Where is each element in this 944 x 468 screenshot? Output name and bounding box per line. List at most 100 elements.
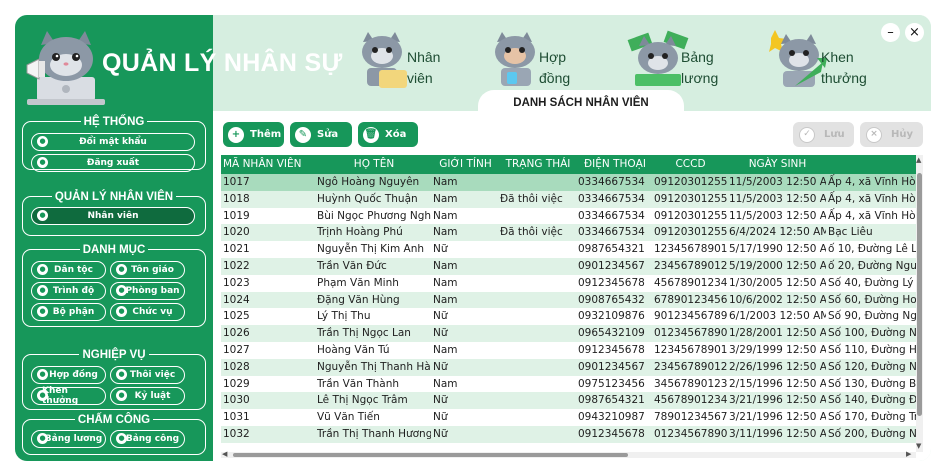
reward-icon: ●: [37, 390, 48, 401]
column-header[interactable]: [828, 155, 923, 174]
sidebar-item[interactable]: ● Hợp đồng: [31, 366, 106, 384]
table-cell: Nguyễn Thị Kim Anh: [317, 243, 425, 256]
column-header[interactable]: GIỚI TÍNH: [433, 155, 498, 174]
table-cell: 234567890123: [654, 260, 727, 272]
table-cell: 0334667534: [578, 209, 645, 222]
table-row[interactable]: 1018 Huỳnh Quốc Thuận Nam Đã thôi việc 03346…: [221, 190, 922, 208]
table-cell: Số 40, Đường Lý T: [828, 276, 923, 289]
column-header[interactable]: CCCD: [654, 155, 727, 174]
table-row[interactable]: 1031 Vũ Văn Tiến Nữ 0943210987 789012345678 3…: [221, 409, 923, 426]
table-cell: 456789012345: [654, 276, 727, 289]
vertical-scroll-thumb[interactable]: [917, 173, 922, 416]
table-cell: 1023: [223, 276, 250, 289]
contract-icon: ●: [37, 369, 48, 380]
sidebar-item[interactable]: ● Trình độ: [31, 282, 106, 300]
table-cell: 3/21/1996 12:50 AM: [729, 411, 826, 424]
sidebar-item[interactable]: ● Bảng lương: [31, 430, 106, 448]
table-cell: 012345678901: [654, 327, 727, 340]
close-button[interactable]: ×: [905, 23, 924, 42]
table-row[interactable]: 1022 Trần Văn Đức Nam 0901234567 23456789012…: [221, 258, 923, 275]
sidebar-item[interactable]: ● Bảng công: [110, 430, 185, 448]
table-row[interactable]: 1030 Lê Thị Ngọc Trâm Nữ 0987654321 45678901…: [221, 392, 921, 410]
table-cell: [500, 275, 576, 292]
column-header[interactable]: HỌ TÊN: [317, 155, 431, 174]
sidebar-item[interactable]: ● Nhân viên: [31, 207, 195, 225]
table-row[interactable]: 1020 Trịnh Hoàng Phú Nam Đã thôi việc 033466…: [221, 224, 921, 242]
table-row[interactable]: 1028 Nguyễn Thị Thanh Hà Nữ 0901234567 23456…: [221, 358, 923, 376]
horizontal-scrollbar[interactable]: ◀ ▶: [221, 451, 916, 458]
table-cell: 2/15/1996 12:50 AM: [729, 377, 826, 390]
table-cell: 5/17/1990 12:50 AM: [729, 243, 826, 256]
nav-payroll[interactable]: Bảng lương: [627, 25, 737, 97]
cancel-button[interactable]: × Hủy: [860, 122, 923, 147]
sidebar-item[interactable]: ● Thôi việc: [110, 366, 185, 384]
table-cell: Nữ: [433, 411, 448, 424]
nav-employees-label: Nhân viên: [407, 49, 441, 86]
timesheet-icon: ●: [116, 433, 127, 444]
save-button[interactable]: ✓ Lưu: [793, 122, 854, 147]
table-cell: Số 60, Đường Hoà: [828, 293, 923, 306]
sidebar-item[interactable]: ● Phòng ban: [110, 282, 185, 300]
table-row[interactable]: 1023 Phạm Văn Minh Nam 0912345678 4567890123…: [221, 274, 923, 292]
sidebar-item[interactable]: ● Dân tộc: [31, 261, 106, 279]
discipline-icon: ●: [116, 390, 127, 401]
table-cell: Lý Thị Thu: [317, 310, 371, 323]
nav-contracts[interactable]: Hợp đồng: [485, 25, 595, 97]
table-cell: 0908765432: [578, 293, 645, 306]
table-row[interactable]: 1029 Trần Văn Thành Nam 0975123456 345678901…: [221, 375, 923, 393]
scroll-right-arrow[interactable]: ▶: [906, 451, 911, 458]
table-cell: 0334667534: [578, 192, 645, 205]
sidebar-item[interactable]: ● Bộ phận: [31, 303, 106, 321]
table-cell: Số 170, Đường Trầ: [828, 411, 923, 424]
table-cell: Số 200, Đường Ng: [828, 428, 923, 440]
table-cell: 1/30/2005 12:50 AM: [729, 276, 826, 289]
x-icon: ×: [866, 126, 882, 143]
sidebar-item[interactable]: ● Đăng xuất: [31, 154, 195, 172]
table-row[interactable]: 1026 Trần Thị Ngọc Lan Nữ 0965432109 0123456…: [221, 325, 923, 342]
table-cell: 1018: [223, 192, 250, 205]
religion-icon: ●: [116, 264, 127, 275]
column-header[interactable]: NGÀY SINH: [729, 155, 826, 174]
column-header[interactable]: TRẠNG THÁI: [500, 155, 576, 174]
table-cell: 345678901234: [654, 377, 727, 390]
table-row[interactable]: 1027 Hoàng Văn Tú Nam 0912345678 12345678901…: [221, 342, 923, 359]
scroll-down-arrow[interactable]: ▼: [916, 443, 921, 450]
table-cell: [500, 308, 576, 325]
column-header[interactable]: ĐIỆN THOẠI: [578, 155, 652, 174]
user-icon: ●: [37, 210, 48, 221]
sidebar-item[interactable]: ● Đổi mật khẩu: [31, 133, 195, 151]
table-row[interactable]: 1025 Lý Thị Thu Nữ 0932109876 901234567890 6/…: [221, 308, 923, 326]
column-header[interactable]: MÃ NHÂN VIÊN: [223, 155, 315, 174]
scroll-left-arrow[interactable]: ◀: [222, 451, 227, 458]
payroll-cat-icon: [627, 30, 689, 86]
table-row[interactable]: 1024 Đặng Văn Hùng Nam 0908765432 6789012345…: [221, 291, 923, 309]
table-cell: Nam: [433, 176, 458, 188]
table-cell: 1022: [223, 260, 250, 272]
sidebar-item-label: Tôn giáo: [131, 265, 174, 275]
edit-button[interactable]: ✎ Sửa: [290, 122, 352, 147]
vertical-scrollbar[interactable]: ▲ ▼: [916, 155, 923, 452]
add-button[interactable]: + Thêm: [223, 122, 284, 147]
table-row[interactable]: 1017 Ngô Hoàng Nguyên Nam 0334667534 0912030…: [221, 174, 922, 191]
sidebar-group-title: CHẤM CÔNG: [74, 414, 154, 426]
sidebar-item[interactable]: ● Tôn giáo: [110, 261, 185, 279]
delete-button[interactable]: 🗑 Xóa: [358, 122, 418, 147]
sidebar-item[interactable]: ● Chức vụ: [110, 303, 185, 321]
table-cell: [500, 376, 576, 393]
horizontal-scroll-thumb[interactable]: [233, 453, 628, 457]
sidebar-item[interactable]: ● Kỷ luật: [110, 387, 185, 405]
check-icon: ✓: [799, 126, 815, 143]
table-cell: 091203012553: [654, 176, 727, 188]
table-cell: Đặng Văn Hùng: [317, 293, 400, 306]
table-cell: 1028: [223, 360, 250, 373]
table-row[interactable]: 1032 Trần Thị Thanh Hương Nữ 0912345678 0123…: [221, 426, 923, 443]
table-cell: 1029: [223, 377, 250, 390]
nav-rewards[interactable]: Khen thưởng: [767, 25, 897, 97]
scroll-up-arrow[interactable]: ▲: [916, 157, 921, 164]
table-cell: Nam: [433, 276, 458, 289]
nav-employees[interactable]: Nhân viên: [353, 25, 463, 97]
table-row[interactable]: 1019 Bùi Ngọc Phương Nghi Nam 0334667534 091…: [221, 207, 922, 225]
table-row[interactable]: 1021 Nguyễn Thị Kim Anh Nữ 0987654321 123456…: [221, 241, 923, 258]
sidebar-item[interactable]: ● Khen thưởng: [31, 386, 106, 406]
minimize-button[interactable]: –: [881, 23, 900, 42]
